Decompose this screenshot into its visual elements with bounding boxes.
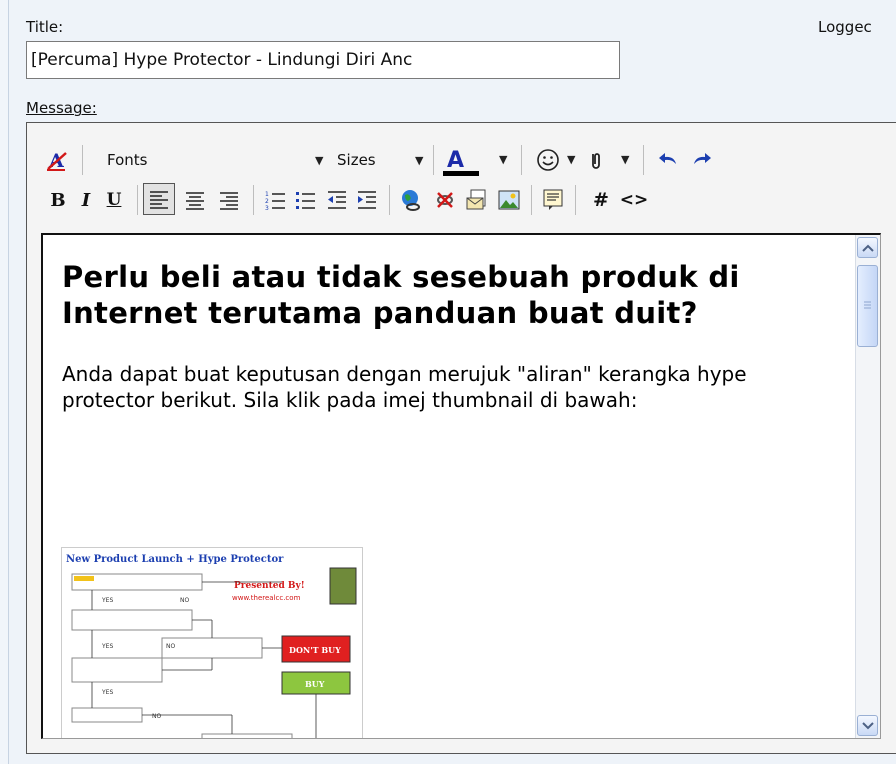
chevron-down-icon[interactable]: ▼ [567,153,575,166]
undo-button[interactable] [653,145,683,175]
align-right-button[interactable] [215,185,243,215]
indent-button[interactable] [353,185,381,215]
unlink-icon [437,192,453,208]
bullet-list-icon [296,192,315,209]
message-content-area[interactable]: Perlu beli atau tidak sesebuah produk di… [41,233,881,739]
text-color-button[interactable]: A [441,145,485,177]
toolbar-separator [82,145,83,175]
ordered-list-button[interactable]: 123 [261,185,289,215]
title-input[interactable] [26,41,620,79]
flow-yes: YES [101,689,113,696]
insert-quote-button[interactable] [539,185,567,215]
scroll-down-button[interactable] [857,715,878,736]
align-right-icon [220,192,238,210]
numbered-list-icon: 123 [265,191,285,212]
message-paragraph: Anda dapat buat keputusan dengan merujuk… [62,362,747,412]
svg-text:3: 3 [265,205,269,212]
scroll-thumb[interactable] [857,265,878,347]
title-label: Title: [26,18,64,36]
underline-button[interactable]: U [101,185,127,215]
thumb-site: www.therealcc.com [232,594,301,602]
smiley-icon [537,149,559,171]
thumbnail-image[interactable]: New Product Launch + Hype Protector Pres… [61,547,363,738]
logged-in-text: Loggec [818,18,872,36]
message-heading: Perlu beli atau tidak sesebuah produk di… [62,260,740,330]
font-select[interactable]: Fonts ▼ [89,145,324,175]
align-left-icon [150,191,168,209]
toolbar-separator [433,145,434,175]
grip-icon [864,301,871,309]
flowchart-thumbnail: New Product Launch + Hype Protector Pres… [66,554,357,738]
chevron-down-icon[interactable]: ▼ [499,153,507,166]
text-color-icon: A [443,148,479,176]
toolbar-separator [643,145,644,175]
buy-label: BUY [305,679,325,689]
flow-no: NO [152,713,161,720]
insert-link-button[interactable] [397,185,425,215]
size-select[interactable]: Sizes ▼ [337,145,429,175]
insert-email-button[interactable] [463,185,491,215]
toolbar-separator [575,185,576,215]
svg-text:1: 1 [265,191,269,198]
toolbar-separator [137,185,138,215]
svg-text:A: A [447,148,464,173]
chevron-up-icon [861,244,874,252]
toolbar-separator [389,185,390,215]
toolbar-separator [521,145,522,175]
remove-link-button[interactable] [431,185,459,215]
smiley-button[interactable] [533,145,563,175]
flow-no: NO [180,597,189,604]
flow-yes: YES [101,643,113,650]
chevron-down-icon: ▼ [415,153,424,167]
scroll-up-button[interactable] [857,237,878,258]
remove-format-icon: A [47,150,67,172]
flow-yes: YES [101,597,113,604]
toolbar-separator [253,185,254,215]
chevron-down-icon[interactable]: ▼ [621,153,629,166]
redo-button[interactable] [687,145,717,175]
indent-icon [358,191,376,209]
undo-icon [659,153,676,164]
chevron-down-icon: ▼ [315,153,324,167]
toolbar-separator [531,185,532,215]
thumb-title: New Product Launch + Hype Protector [66,554,284,565]
message-body: Perlu beli atau tidak sesebuah produk di… [62,259,852,413]
outdent-icon [328,191,346,209]
redo-icon [694,153,711,164]
quote-icon [543,189,563,210]
attachment-button[interactable] [583,145,609,175]
editor-toolbar-top: A Fonts ▼ Sizes ▼ A ▼ [27,143,896,177]
svg-text:2: 2 [265,198,269,205]
image-icon [498,190,520,210]
insert-hash-button[interactable]: # [587,185,615,215]
insert-code-button[interactable]: <> [619,185,649,215]
message-editor: A Fonts ▼ Sizes ▼ A ▼ [26,122,896,754]
italic-button[interactable]: I [73,185,99,215]
message-label: Message: [26,99,97,117]
size-select-label: Sizes [337,151,376,169]
vertical-scrollbar[interactable] [855,235,880,738]
align-center-icon [186,192,204,210]
flow-no: NO [166,643,175,650]
align-left-button[interactable] [143,183,175,215]
editor-toolbar-bottom: B I U 123 # <> [27,183,896,217]
thumb-presented: Presented By! [234,581,305,591]
insert-image-button[interactable] [495,185,523,215]
font-select-label: Fonts [107,151,148,169]
globe-link-icon [402,190,420,211]
align-center-button[interactable] [181,185,209,215]
dont-buy-label: DON'T BUY [289,645,341,655]
unordered-list-button[interactable] [291,185,319,215]
chevron-down-icon [861,721,874,729]
email-icon [466,189,486,210]
paperclip-icon [592,153,600,169]
remove-format-button[interactable]: A [43,145,71,175]
book-cover-icon [329,567,357,605]
bold-button[interactable]: B [45,185,71,215]
outdent-button[interactable] [323,185,351,215]
